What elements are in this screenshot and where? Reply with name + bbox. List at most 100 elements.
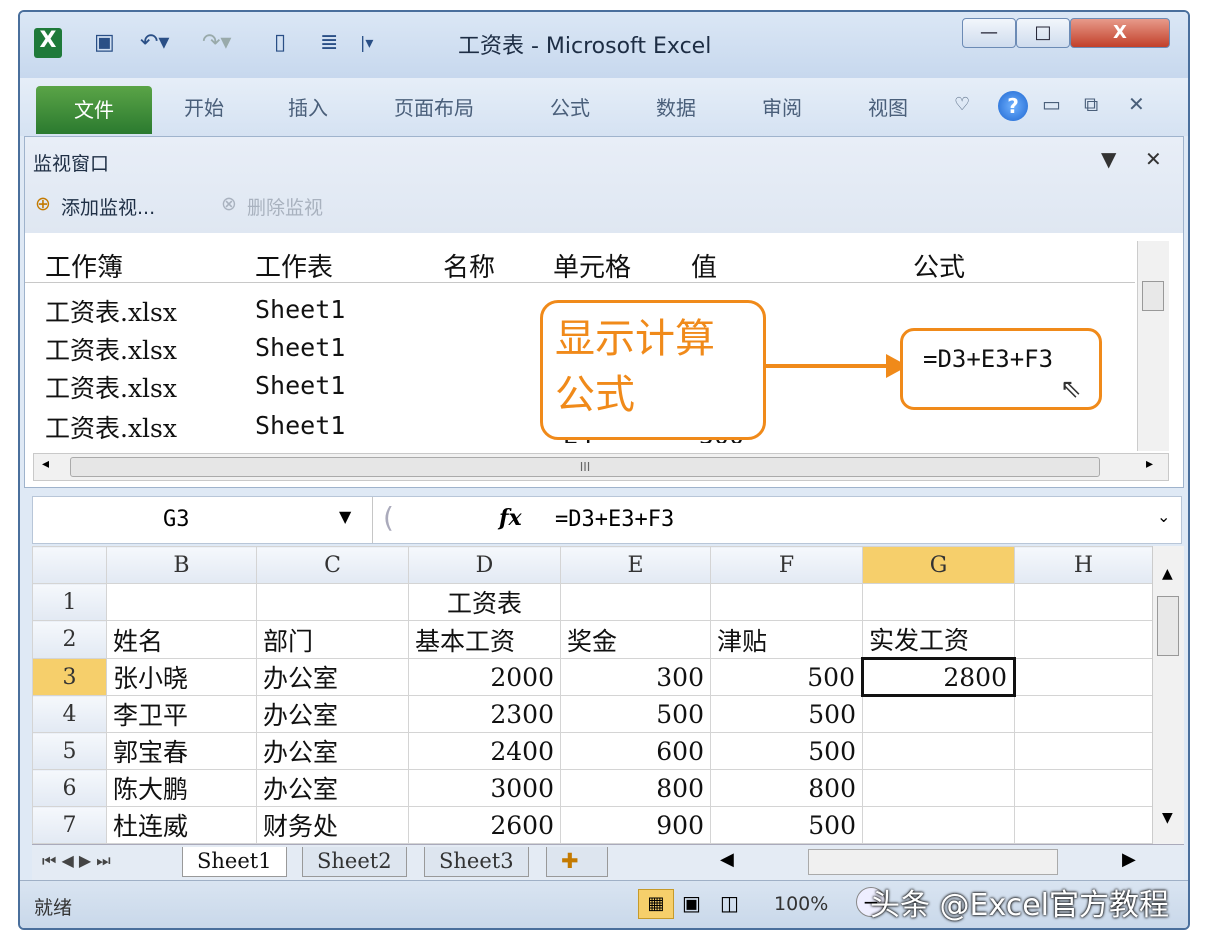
cell[interactable] <box>256 583 409 621</box>
row-header[interactable]: 7 <box>32 806 107 844</box>
scroll-thumb[interactable] <box>1142 281 1164 311</box>
doc-minimize-icon[interactable]: ▭ <box>1042 92 1061 116</box>
cell[interactable]: 张小晓 <box>106 658 257 696</box>
cell[interactable] <box>1014 658 1152 696</box>
cell[interactable]: 800 <box>560 769 711 807</box>
cell[interactable] <box>862 695 1015 733</box>
doc-restore-icon[interactable]: ⧉ <box>1084 92 1098 116</box>
cell[interactable] <box>710 583 863 621</box>
list-item[interactable]: Sheet1 <box>255 333 345 362</box>
cell[interactable]: 500 <box>710 695 863 733</box>
tab-file[interactable]: 文件 <box>36 86 152 134</box>
row-header[interactable]: 3 <box>32 658 107 696</box>
watch-horizontal-scrollbar[interactable]: ◂ III ▸ <box>33 453 1169 481</box>
cell[interactable] <box>862 806 1015 844</box>
col-cell[interactable]: 单元格 <box>553 247 631 284</box>
cell[interactable]: 2000 <box>408 658 561 696</box>
cell[interactable] <box>1014 583 1152 621</box>
row-header[interactable]: 5 <box>32 732 107 770</box>
tab-data[interactable]: 数据 <box>656 92 696 121</box>
list-item[interactable]: Sheet1 <box>255 295 345 324</box>
sheet-nav-icons[interactable]: ⏮ ◀ ▶ ⏭ <box>42 851 111 871</box>
normal-view-icon[interactable]: ▦ <box>638 889 674 919</box>
page-break-view-icon[interactable]: ◫ <box>720 891 739 915</box>
cell[interactable]: 2400 <box>408 732 561 770</box>
cell[interactable]: 李卫平 <box>106 695 257 733</box>
tab-sheet1[interactable]: Sheet1 <box>182 847 287 877</box>
cell[interactable]: 800 <box>710 769 863 807</box>
scroll-up-icon[interactable]: ▲ <box>1162 566 1173 582</box>
cell[interactable]: 2600 <box>408 806 561 844</box>
tab-view[interactable]: 视图 <box>868 92 908 121</box>
col-formula[interactable]: 公式 <box>913 247 965 284</box>
cell[interactable]: 500 <box>710 806 863 844</box>
tab-sheet3[interactable]: Sheet3 <box>424 847 529 877</box>
header-cell[interactable]: 姓名 <box>106 620 257 659</box>
cell[interactable] <box>862 732 1015 770</box>
row-header[interactable]: 4 <box>32 695 107 733</box>
cell[interactable] <box>862 583 1015 621</box>
header-cell[interactable]: 实发工资 <box>862 620 1015 659</box>
scroll-left-icon[interactable]: ◂ <box>42 456 49 472</box>
list-item[interactable]: 工资表.xlsx <box>45 331 177 367</box>
tab-home[interactable]: 开始 <box>184 92 224 121</box>
sheet-horizontal-scrollbar[interactable] <box>808 849 1058 875</box>
cell[interactable] <box>862 769 1015 807</box>
column-header-b[interactable]: B <box>106 546 257 584</box>
name-box-dropdown-icon[interactable]: ▼ <box>339 507 351 526</box>
save-icon[interactable]: ▣ <box>94 30 115 56</box>
tab-formulas[interactable]: 公式 <box>550 92 590 121</box>
help-icon[interactable]: ? <box>998 91 1028 121</box>
cell[interactable] <box>106 583 257 621</box>
redo-icon[interactable]: ↷▾ <box>202 30 231 56</box>
cell[interactable] <box>1014 620 1152 659</box>
column-header-h[interactable]: H <box>1014 546 1152 584</box>
maximize-button[interactable]: □ <box>1016 18 1070 48</box>
cell[interactable]: 300 <box>560 658 711 696</box>
name-box[interactable]: G3 ▼ <box>33 497 373 543</box>
header-cell[interactable]: 部门 <box>256 620 409 659</box>
cell[interactable]: 3000 <box>408 769 561 807</box>
header-cell[interactable]: 奖金 <box>560 620 711 659</box>
cell[interactable]: 办公室 <box>256 658 409 696</box>
watch-vertical-scrollbar[interactable] <box>1137 241 1169 451</box>
new-document-icon[interactable]: ▯ <box>274 30 286 56</box>
customize-toolbar-icon[interactable]: |▾ <box>360 30 373 56</box>
list-item[interactable]: 工资表.xlsx <box>45 369 177 405</box>
column-header-c[interactable]: C <box>256 546 409 584</box>
cell[interactable] <box>1014 732 1152 770</box>
close-button[interactable]: X <box>1070 18 1170 48</box>
cell[interactable]: 办公室 <box>256 769 409 807</box>
cell[interactable]: 500 <box>710 732 863 770</box>
active-cell[interactable]: 2800 <box>861 657 1016 697</box>
col-name[interactable]: 名称 <box>443 247 495 284</box>
sheet-title-cell[interactable]: 工资表 <box>408 583 561 621</box>
cell[interactable]: 郭宝春 <box>106 732 257 770</box>
scroll-thumb[interactable]: III <box>70 457 1100 477</box>
scroll-thumb[interactable] <box>1157 596 1179 656</box>
tab-insert[interactable]: 插入 <box>288 92 328 121</box>
insert-sheet-icon[interactable]: ✚ <box>546 847 608 877</box>
tab-sheet2[interactable]: Sheet2 <box>302 847 407 877</box>
cell[interactable]: 600 <box>560 732 711 770</box>
cell[interactable] <box>1014 806 1152 844</box>
list-item[interactable]: 工资表.xlsx <box>45 409 177 445</box>
select-all-corner[interactable] <box>32 546 107 584</box>
list-item[interactable]: 工资表.xlsx <box>45 293 177 329</box>
cell[interactable]: 2300 <box>408 695 561 733</box>
column-header-e[interactable]: E <box>560 546 711 584</box>
cell[interactable]: 500 <box>560 695 711 733</box>
cell[interactable]: 杜连威 <box>106 806 257 844</box>
row-header[interactable]: 2 <box>32 620 107 659</box>
cell[interactable]: 办公室 <box>256 695 409 733</box>
delete-watch-button[interactable]: 删除监视 <box>247 193 323 220</box>
ribbon-collapse-icon[interactable]: ♡ <box>954 94 970 115</box>
cell[interactable]: 陈大鹏 <box>106 769 257 807</box>
watch-dropdown-icon[interactable]: ▼ <box>1101 147 1116 171</box>
row-header[interactable]: 6 <box>32 769 107 807</box>
worksheet-grid[interactable]: B C D E F G H 1 工资表 2 姓名 部门 基本工资 奖金 津贴 实… <box>32 546 1152 844</box>
cell[interactable] <box>560 583 711 621</box>
page-layout-view-icon[interactable]: ▣ <box>682 891 701 915</box>
row-header[interactable]: 1 <box>32 583 107 621</box>
cell[interactable]: 办公室 <box>256 732 409 770</box>
